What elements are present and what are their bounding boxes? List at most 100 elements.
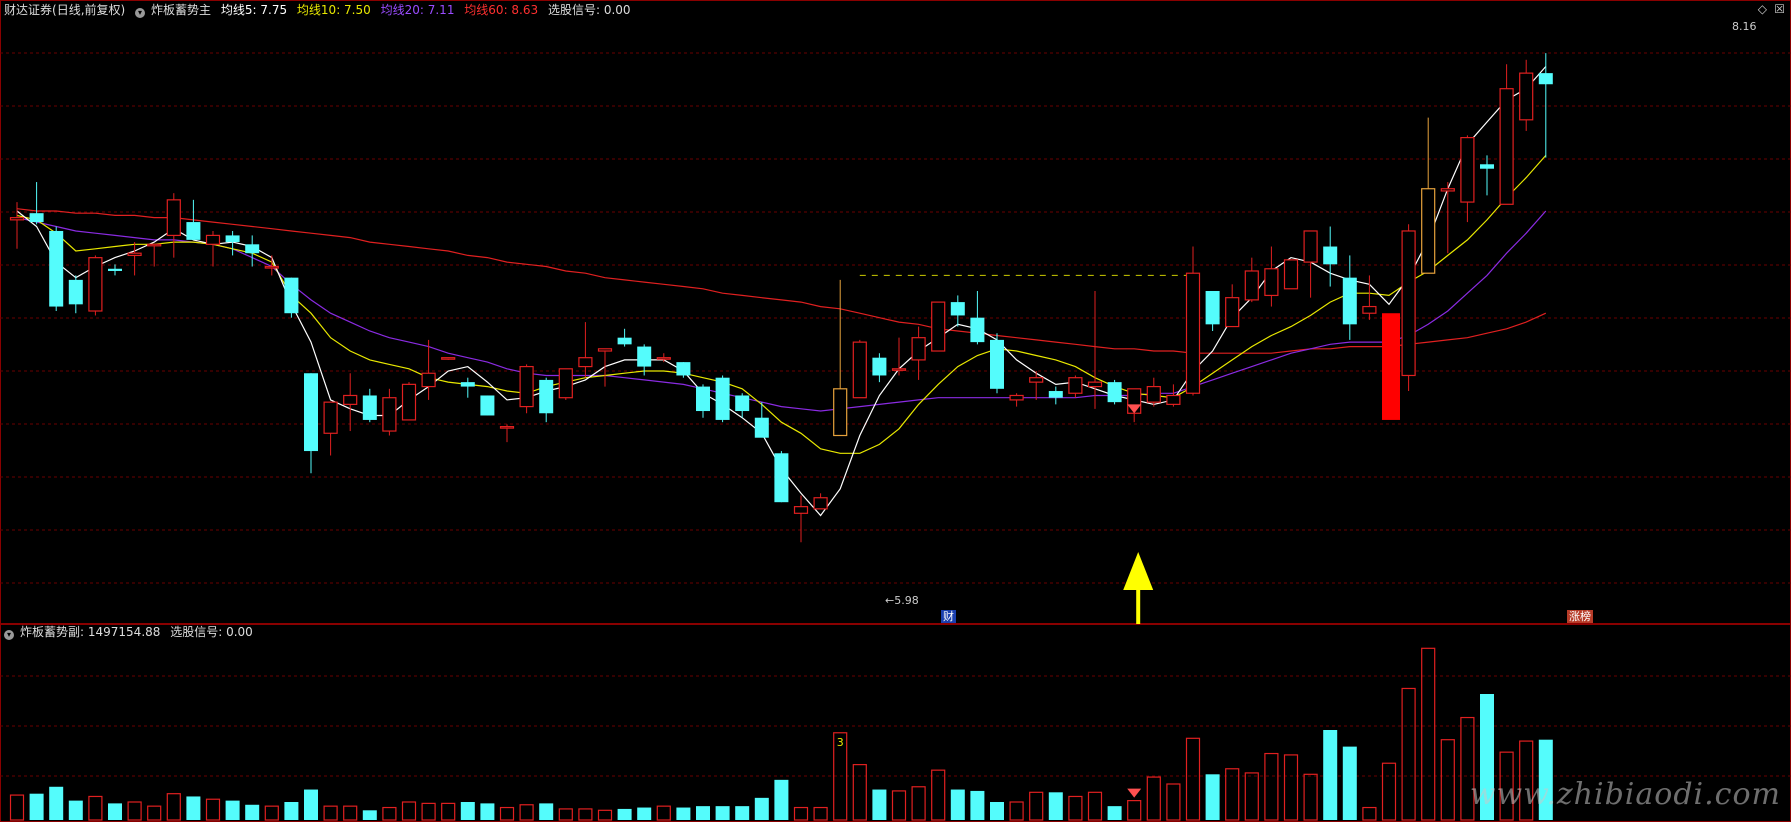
candle-body xyxy=(1264,268,1279,297)
volume-bar xyxy=(754,797,769,820)
adjust-mode: (日线,前复权) xyxy=(52,3,126,17)
candle-body xyxy=(793,506,809,514)
candle-body xyxy=(539,379,554,414)
volume-bar xyxy=(617,808,632,820)
volume-flag-label: 3 xyxy=(837,736,844,749)
volume-bar xyxy=(793,806,809,821)
limit-up-candle xyxy=(1382,313,1400,420)
candle-body xyxy=(872,357,887,376)
volume-bar xyxy=(1087,791,1103,821)
candle-body xyxy=(68,279,83,305)
candle-body xyxy=(1225,297,1240,328)
volume-bar xyxy=(29,793,44,820)
volume-bar xyxy=(1009,801,1024,821)
volume-bar xyxy=(813,806,828,821)
close-icon[interactable]: ☒ xyxy=(1774,2,1785,16)
candle-body xyxy=(1146,385,1161,403)
candle-body xyxy=(480,395,495,416)
candle-body xyxy=(1303,230,1318,263)
volume-bar xyxy=(68,800,83,820)
indicator-settings-icon[interactable]: ▾ xyxy=(135,8,146,18)
volume-bar xyxy=(343,805,358,821)
main-chart-panel[interactable]: 财达证券(日线,前复权) ▾ 炸板蓄势主 均线5: 7.75 均线10: 7.50… xyxy=(0,0,1791,624)
high-price-label: 8.16 xyxy=(1732,20,1757,33)
candle-body xyxy=(519,365,534,408)
volume-bar xyxy=(1362,806,1377,821)
volume-bar xyxy=(1146,776,1161,821)
candle-body xyxy=(1048,391,1063,398)
ma60-label: 均线60: 8.63 xyxy=(464,3,539,17)
candle-body xyxy=(343,394,358,405)
broker-name: 财达证券 xyxy=(4,3,53,17)
volume-bar xyxy=(1205,774,1220,820)
candle-body xyxy=(950,302,965,316)
candle-body xyxy=(304,373,318,452)
candle-body xyxy=(323,401,338,434)
candle-body xyxy=(1362,305,1377,314)
candle-body xyxy=(617,337,632,345)
candle-body xyxy=(29,213,44,223)
candle-body xyxy=(931,301,946,352)
diamond-icon[interactable]: ◇ xyxy=(1758,2,1767,16)
candle-body xyxy=(735,395,750,412)
volume-bar xyxy=(1283,754,1299,821)
volume-bar xyxy=(911,786,926,821)
ma20-label: 均线20: 7.11 xyxy=(380,3,455,17)
volume-bar xyxy=(108,803,122,820)
candle-body xyxy=(401,383,417,421)
sub-indicator-settings-icon[interactable]: ▾ xyxy=(4,630,14,640)
candle-body xyxy=(558,368,573,399)
volume-bar xyxy=(852,764,867,821)
cai-marker[interactable]: 财 xyxy=(941,610,956,623)
volume-bar xyxy=(382,806,397,821)
candle-body xyxy=(108,268,122,271)
candlestick-chart[interactable] xyxy=(0,0,1791,624)
candle-body xyxy=(1323,246,1338,265)
candle-body xyxy=(49,230,64,307)
candle-body xyxy=(147,243,162,247)
zhangting-marker[interactable]: 涨榜 xyxy=(1567,610,1593,623)
candle-body xyxy=(637,346,652,367)
main-header: 财达证券(日线,前复权) ▾ 炸板蓄势主 均线5: 7.75 均线10: 7.50… xyxy=(4,3,637,18)
volume-bar xyxy=(950,789,965,820)
volume-bar xyxy=(1244,772,1259,821)
candle-body xyxy=(597,348,613,352)
volume-bar xyxy=(166,793,181,821)
volume-bar xyxy=(225,800,240,820)
volume-bar xyxy=(1107,806,1122,820)
candle-body xyxy=(1244,270,1259,301)
candle-body xyxy=(990,339,1004,389)
signal-arrow-head xyxy=(1123,552,1154,590)
candle-body xyxy=(1401,230,1416,377)
sub-chart-panel[interactable]: 3 ▾ 炸板蓄势副: 1497154.88 选股信号: 0.00 www.zhib… xyxy=(0,624,1791,822)
candle-body xyxy=(1185,272,1201,394)
candle-body xyxy=(852,341,867,399)
volume-bar xyxy=(990,802,1004,820)
volume-bar xyxy=(264,805,279,821)
ma5-label: 均线5: 7.75 xyxy=(220,3,288,17)
candle-body xyxy=(166,199,181,237)
volume-bar xyxy=(304,789,318,820)
volume-bar xyxy=(421,802,436,821)
candle-body xyxy=(1538,73,1553,85)
candle-body xyxy=(205,234,221,245)
candle-body xyxy=(754,417,769,438)
sub-indicator-value: : 1497154.88 xyxy=(80,625,161,639)
candle-body xyxy=(9,217,25,221)
candle-body xyxy=(1009,394,1024,401)
candle-body xyxy=(1087,381,1103,388)
volume-bar xyxy=(891,790,907,821)
sub-header: ▾ 炸板蓄势副: 1497154.88 选股信号: 0.00 xyxy=(4,625,259,640)
volume-bar xyxy=(696,806,710,820)
volume-bar xyxy=(1048,792,1063,820)
volume-bar xyxy=(1401,687,1416,821)
volume-bar xyxy=(1342,746,1357,820)
candle-body xyxy=(578,357,593,368)
candle-body xyxy=(460,382,475,387)
volume-bar xyxy=(715,806,730,820)
volume-bar xyxy=(147,805,162,821)
volume-bar xyxy=(1264,752,1279,821)
volume-bar xyxy=(284,802,299,820)
ma10-line xyxy=(16,155,1547,454)
candle-body xyxy=(1440,188,1455,192)
